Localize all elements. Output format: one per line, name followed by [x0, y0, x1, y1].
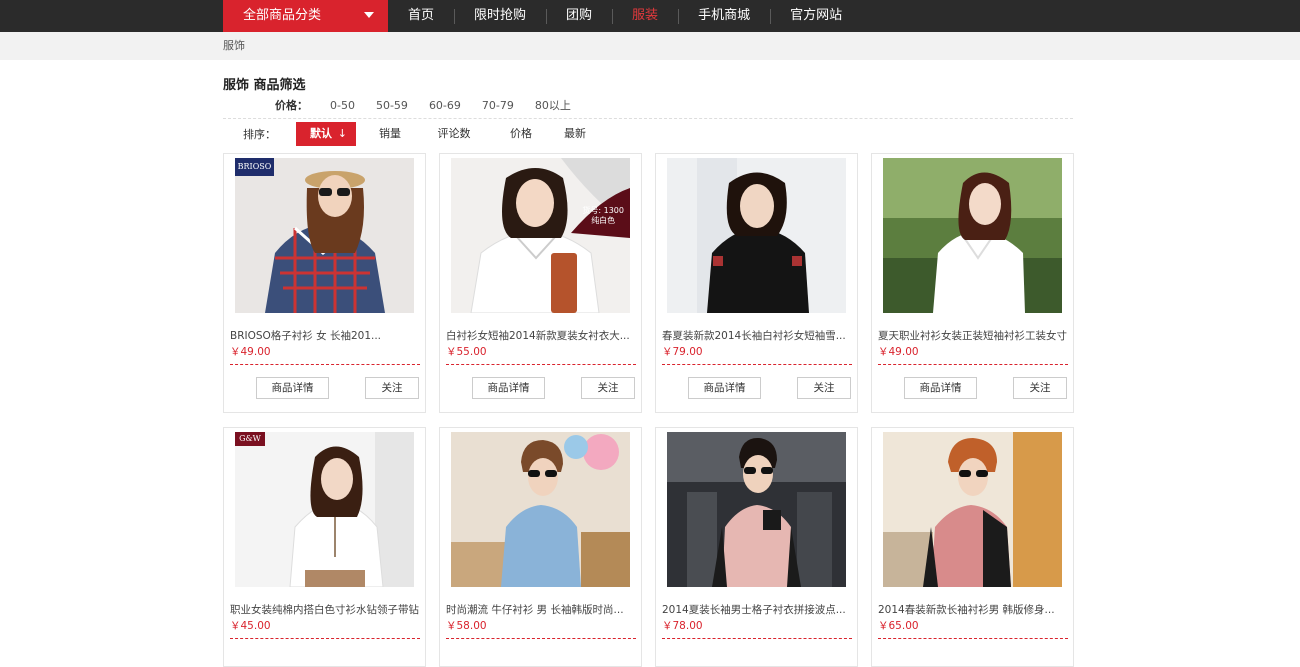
product-detail-button[interactable]: 商品详情 [256, 377, 329, 399]
product-image[interactable] [883, 158, 1062, 313]
card-divider [446, 364, 636, 365]
product-detail-button[interactable]: 商品详情 [904, 377, 977, 399]
price-option[interactable]: 0-50 [330, 99, 355, 112]
sort-price-button[interactable]: 价格 [484, 122, 558, 146]
product-name[interactable]: BRIOSO格子衬衫 女 长袖201... [230, 328, 420, 343]
price-option[interactable]: 80以上 [535, 97, 571, 113]
product-price: ￥78.00 [662, 620, 703, 632]
product-tag: 货号: 1300 纯白色 [582, 206, 624, 226]
product-name[interactable]: 2014夏装长袖男士格子衬衣拼接波点... [662, 602, 852, 617]
product-card[interactable]: 货号: 1300 纯白色 白衬衫女短袖2014新款夏装女衬衣大... ￥55.0… [439, 153, 642, 413]
product-image[interactable] [667, 432, 846, 587]
nav-link-flash-sale[interactable]: 限时抢购 [454, 0, 546, 32]
price-option[interactable]: 50-59 [376, 99, 408, 112]
sort-sales-button[interactable]: 销量 [356, 122, 424, 146]
follow-button[interactable]: 关注 [365, 377, 419, 399]
product-price: ￥79.00 [662, 346, 703, 358]
card-divider [446, 638, 636, 639]
product-image[interactable]: G&W [235, 432, 414, 587]
product-image[interactable]: 货号: 1300 纯白色 [451, 158, 630, 313]
nav-link-official-site[interactable]: 官方网站 [770, 0, 862, 32]
product-price: ￥49.00 [230, 346, 271, 358]
product-name[interactable]: 2014春装新款长袖衬衫男 韩版修身... [878, 602, 1068, 617]
product-card[interactable]: G&W 职业女装纯棉内搭白色寸衫水钻领子带钻... ￥45.00 [223, 427, 426, 667]
product-image[interactable] [667, 158, 846, 313]
sort-newest-button[interactable]: 最新 [558, 122, 592, 146]
nav-link-clothing[interactable]: 服装 [612, 0, 678, 32]
follow-button[interactable]: 关注 [1013, 377, 1067, 399]
card-divider [662, 364, 852, 365]
price-option[interactable]: 60-69 [429, 99, 461, 112]
brand-logo-text: BRIOSO [237, 162, 272, 171]
nav-links: 首页 限时抢购 团购 服装 手机商城 官方网站 [388, 0, 862, 32]
card-divider [230, 638, 420, 639]
product-name[interactable]: 白衬衫女短袖2014新款夏装女衬衣大... [446, 328, 636, 343]
filter-title: 服饰 商品筛选 [223, 78, 306, 93]
sort-default-label: 默认 [310, 127, 332, 140]
product-image[interactable] [451, 432, 630, 587]
product-detail-button[interactable]: 商品详情 [472, 377, 545, 399]
follow-button[interactable]: 关注 [797, 377, 851, 399]
product-name[interactable]: 时尚潮流 牛仔衬衫 男 长袖韩版时尚... [446, 602, 636, 617]
all-categories-label: 全部商品分类 [243, 8, 322, 23]
product-card[interactable]: 2014夏装长袖男士格子衬衣拼接波点... ￥78.00 [655, 427, 858, 667]
product-price: ￥49.00 [878, 346, 919, 358]
price-option[interactable]: 70-79 [482, 99, 514, 112]
price-label: 价格： [275, 99, 308, 112]
product-card[interactable]: 夏天职业衬衫女装正装短袖衬衫工装女寸... ￥49.00 商品详情 关注 [871, 153, 1074, 413]
tag-color: 纯白色 [591, 216, 616, 225]
product-card[interactable]: BRIOSO BRIOSO格子衬衫 女 长袖201... ￥49.00 商品详情… [223, 153, 426, 413]
product-image[interactable] [883, 432, 1062, 587]
sort-label: 排序： [243, 128, 276, 141]
card-divider [878, 638, 1068, 639]
product-price: ￥55.00 [446, 346, 487, 358]
price-filter: 价格： 0-50 50-59 60-69 70-79 80以上 [275, 97, 592, 113]
top-nav: 全部商品分类 首页 限时抢购 团购 服装 手机商城 官方网站 [0, 0, 1300, 32]
brand-logo: BRIOSO [235, 158, 274, 176]
sort-default-button[interactable]: 默认 ↓ [296, 122, 356, 146]
product-price: ￥58.00 [446, 620, 487, 632]
card-divider [878, 364, 1068, 365]
breadcrumb-bar: 服饰 [0, 32, 1300, 60]
product-name[interactable]: 夏天职业衬衫女装正装短袖衬衫工装女寸... [878, 328, 1068, 343]
product-card[interactable]: 时尚潮流 牛仔衬衫 男 长袖韩版时尚... ￥58.00 [439, 427, 642, 667]
card-divider [230, 364, 420, 365]
tag-sku: 货号: 1300 [582, 206, 624, 215]
product-name[interactable]: 春夏装新款2014长袖白衬衫女短袖雪... [662, 328, 852, 343]
sort-bar: 排序： 默认 ↓ 销量 评论数 价格 最新 [243, 122, 592, 146]
product-image[interactable]: BRIOSO [235, 158, 414, 313]
nav-link-home[interactable]: 首页 [388, 0, 454, 32]
caret-down-icon [364, 12, 374, 18]
product-card[interactable]: 春夏装新款2014长袖白衬衫女短袖雪... ￥79.00 商品详情 关注 [655, 153, 858, 413]
product-detail-button[interactable]: 商品详情 [688, 377, 761, 399]
product-price: ￥45.00 [230, 620, 271, 632]
nav-link-group-buy[interactable]: 团购 [546, 0, 612, 32]
follow-button[interactable]: 关注 [581, 377, 635, 399]
brand-logo-text: G&W [239, 434, 261, 443]
brand-logo: G&W [235, 432, 265, 446]
breadcrumb[interactable]: 服饰 [223, 32, 245, 60]
arrow-down-icon: ↓ [337, 127, 347, 140]
product-price: ￥65.00 [878, 620, 919, 632]
sort-reviews-button[interactable]: 评论数 [424, 122, 484, 146]
product-name[interactable]: 职业女装纯棉内搭白色寸衫水钻领子带钻... [230, 602, 420, 617]
product-card[interactable]: 2014春装新款长袖衬衫男 韩版修身... ￥65.00 [871, 427, 1074, 667]
all-categories-button[interactable]: 全部商品分类 [223, 0, 388, 32]
nav-link-mobile-store[interactable]: 手机商城 [678, 0, 770, 32]
filter-divider [223, 118, 1073, 119]
card-divider [662, 638, 852, 639]
